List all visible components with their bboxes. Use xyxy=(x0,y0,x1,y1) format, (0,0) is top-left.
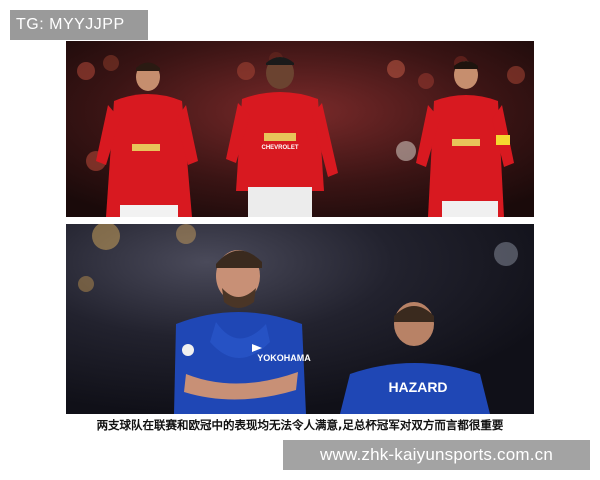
top-photo-illustration: CHEVROLET xyxy=(66,41,534,217)
bottom-photo-illustration: YOKOHAMA HAZARD xyxy=(66,224,534,414)
top-match-photo: CHEVROLET xyxy=(66,41,534,217)
bottom-match-photo: YOKOHAMA HAZARD xyxy=(66,224,534,414)
top-jersey-sponsor-text: CHEVROLET xyxy=(261,145,298,151)
bottom-jersey-sponsor-text: YOKOHAMA xyxy=(257,353,311,363)
page: TG: MYYJJPP CHEVROLET YOKOHAMA HAZARD 两支… xyxy=(0,0,600,480)
player-name-text: HAZARD xyxy=(388,379,447,395)
photo-caption: 两支球队在联赛和欧冠中的表现均无法令人满意,足总杯冠军对双方而言都很重要 xyxy=(96,418,504,432)
telegram-tag-badge: TG: MYYJJPP xyxy=(10,10,148,40)
watermark-url: www.zhk-kaiyunsports.com.cn xyxy=(283,440,590,470)
